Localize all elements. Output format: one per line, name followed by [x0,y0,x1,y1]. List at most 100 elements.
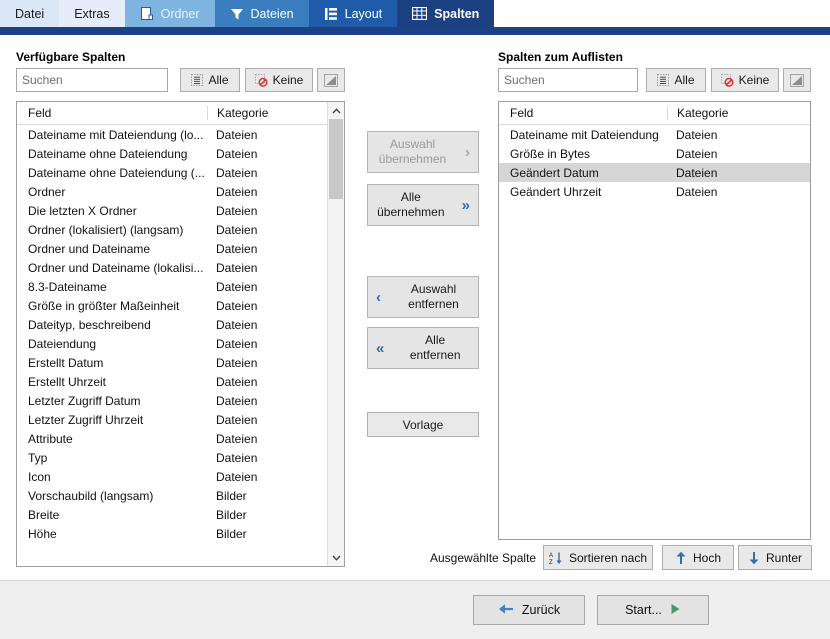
apply-selection-label-2: übernehmen [368,152,457,167]
apply-all-label-2: übernehmen [368,205,454,220]
chevron-left-icon: ‹ [368,289,389,306]
left-select-all-label: Alle [208,73,228,87]
left-select-all-button[interactable]: Alle [180,68,240,92]
right-select-all-button[interactable]: Alle [646,68,706,92]
apply-all-button[interactable]: Alle übernehmen » [367,184,479,226]
cell-kategorie: Dateien [207,261,344,275]
template-button[interactable]: Vorlage [367,412,479,437]
cell-feld: Erstellt Uhrzeit [17,375,207,389]
table-row[interactable]: Größe in BytesDateien [499,144,810,163]
available-columns-listbox[interactable]: Feld Kategorie Dateiname mit Dateiendung… [16,101,345,567]
sort-by-button[interactable]: A Z Sortieren nach [543,545,653,570]
scrollbar-thumb[interactable] [329,119,343,199]
left-panel-title: Verfügbare Spalten [16,50,125,64]
table-row[interactable]: Dateiname ohne Dateiendung (...Dateien [17,163,344,182]
cell-kategorie: Dateien [207,375,344,389]
move-down-label: Runter [766,551,802,565]
tab-dateien[interactable]: Dateien [215,0,309,27]
cell-feld: Ordner (lokalisiert) (langsam) [17,223,207,237]
cell-kategorie: Dateien [207,451,344,465]
sort-by-label: Sortieren nach [569,551,647,565]
listed-columns-listbox[interactable]: Feld Kategorie Dateiname mit Dateiendung… [498,101,811,540]
table-row[interactable]: Dateityp, beschreibendDateien [17,315,344,334]
table-row[interactable]: Erstellt DatumDateien [17,353,344,372]
table-row[interactable]: IconDateien [17,467,344,486]
move-down-button[interactable]: Runter [738,545,812,570]
tab-extras[interactable]: Extras [59,0,124,27]
tab-ordner[interactable]: Ordner [125,0,215,27]
tab-layout[interactable]: Layout [309,0,398,27]
table-row[interactable]: BreiteBilder [17,505,344,524]
scroll-up-icon[interactable] [328,102,344,119]
column-header-kategorie: Kategorie [207,106,344,120]
cell-feld: Letzter Zugriff Datum [17,394,207,408]
cell-feld: Dateiname ohne Dateiendung [17,147,207,161]
scroll-down-icon[interactable] [328,549,344,566]
back-button[interactable]: Zurück [473,595,585,625]
table-row[interactable]: HöheBilder [17,524,344,543]
right-select-all-label: Alle [674,73,694,87]
left-search-input[interactable] [16,68,168,92]
cell-feld: Vorschaubild (langsam) [17,489,207,503]
remove-selection-label-1: Auswahl [389,282,478,297]
cell-kategorie: Dateien [207,204,344,218]
cell-feld: Icon [17,470,207,484]
remove-selection-button[interactable]: ‹ Auswahl entfernen [367,276,479,318]
table-row[interactable]: Ordner und DateinameDateien [17,239,344,258]
cell-kategorie: Dateien [207,128,344,142]
table-row[interactable]: Dateiname mit Dateiendung (lo...Dateien [17,125,344,144]
cell-feld: Dateiendung [17,337,207,351]
cell-feld: Dateityp, beschreibend [17,318,207,332]
tab-ordner-label: Ordner [161,7,200,21]
right-select-none-button[interactable]: Keine [711,68,779,92]
remove-all-button[interactable]: « Alle entfernen [367,327,479,369]
right-select-none-label: Keine [739,73,770,87]
left-select-none-button[interactable]: Keine [245,68,313,92]
cell-kategorie: Bilder [207,508,344,522]
play-triangle-icon [670,603,681,618]
table-row[interactable]: Letzter Zugriff UhrzeitDateien [17,410,344,429]
start-button[interactable]: Start... [597,595,709,625]
tab-spalten[interactable]: Spalten [397,0,494,27]
table-row[interactable]: AttributeDateien [17,429,344,448]
cell-feld: Höhe [17,527,207,541]
apply-selection-button[interactable]: Auswahl übernehmen › [367,131,479,173]
move-up-label: Hoch [693,551,721,565]
cell-feld: Geändert Uhrzeit [499,185,667,199]
table-row[interactable]: Vorschaubild (langsam)Bilder [17,486,344,505]
right-panel-title: Spalten zum Auflisten [498,50,623,64]
table-row[interactable]: Letzter Zugriff DatumDateien [17,391,344,410]
tab-datei[interactable]: Datei [0,0,59,27]
table-row[interactable]: Die letzten X OrdnerDateien [17,201,344,220]
template-label: Vorlage [403,418,444,432]
cell-feld: Dateiname mit Dateiendung (lo... [17,128,207,142]
table-row[interactable]: Ordner (lokalisiert) (langsam)Dateien [17,220,344,239]
cell-feld: Ordner und Dateiname [17,242,207,256]
list-icon [657,74,669,86]
right-search-input[interactable] [498,68,638,92]
column-header-feld: Feld [499,106,667,120]
cell-feld: Dateiname ohne Dateiendung (... [17,166,207,180]
table-row[interactable]: Ordner und Dateiname (lokalisi...Dateien [17,258,344,277]
available-columns-scrollbar[interactable] [327,102,344,566]
tab-datei-label: Datei [15,7,44,21]
right-invert-selection-button[interactable] [783,68,811,92]
folder-icon [140,6,154,22]
left-invert-selection-button[interactable] [317,68,345,92]
table-row[interactable]: 8.3-DateinameDateien [17,277,344,296]
table-row[interactable]: OrdnerDateien [17,182,344,201]
cell-feld: Die letzten X Ordner [17,204,207,218]
cell-kategorie: Dateien [207,337,344,351]
svg-text:Z: Z [549,560,553,565]
table-row[interactable]: TypDateien [17,448,344,467]
table-row[interactable]: Erstellt UhrzeitDateien [17,372,344,391]
table-row[interactable]: Größe in größter MaßeinheitDateien [17,296,344,315]
move-up-button[interactable]: Hoch [662,545,734,570]
cell-kategorie: Dateien [207,413,344,427]
table-row[interactable]: Geändert UhrzeitDateien [499,182,810,201]
listed-columns-rows: Dateiname mit DateiendungDateienGröße in… [499,125,810,201]
table-row[interactable]: Geändert DatumDateien [499,163,810,182]
table-row[interactable]: DateiendungDateien [17,334,344,353]
table-row[interactable]: Dateiname ohne DateiendungDateien [17,144,344,163]
table-row[interactable]: Dateiname mit DateiendungDateien [499,125,810,144]
